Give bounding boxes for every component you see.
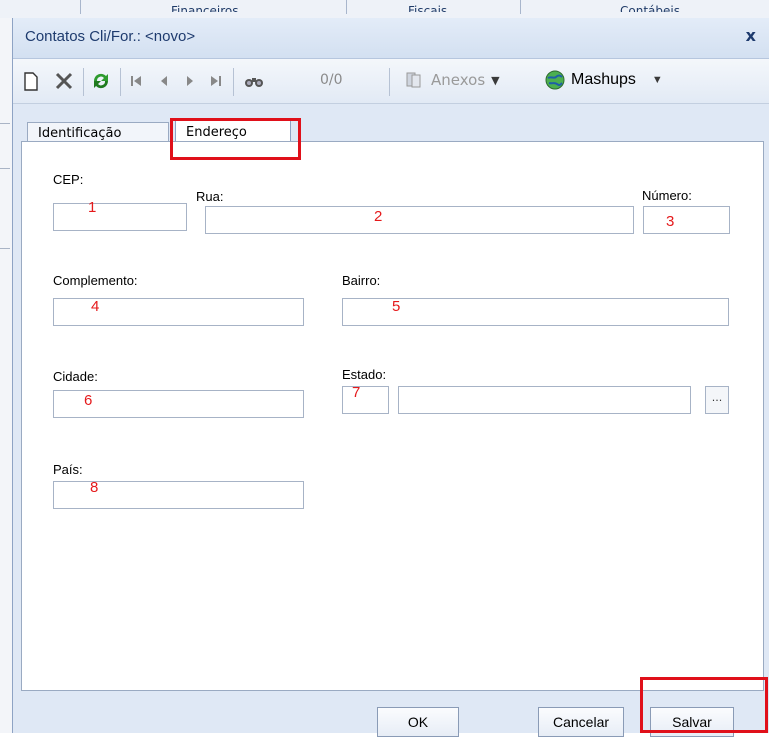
find-button[interactable] <box>241 59 267 103</box>
bairro-label: Bairro: <box>342 273 381 288</box>
background-window-tabstrip: Financeiros Fiscais Contábeis <box>0 0 769 19</box>
previous-record-button[interactable] <box>153 59 175 103</box>
tab-strip: Identificação Endereço <box>13 104 769 146</box>
next-record-button[interactable] <box>179 59 201 103</box>
numero-input[interactable] <box>643 206 730 234</box>
last-record-button[interactable] <box>205 59 227 103</box>
first-record-button[interactable] <box>125 59 147 103</box>
background-separator <box>520 0 521 14</box>
mashups-label: Mashups <box>571 71 636 88</box>
estado-name-input[interactable] <box>398 386 691 414</box>
rua-label: Rua: <box>196 189 224 204</box>
background-tab: Fiscais <box>408 4 448 12</box>
rua-input[interactable] <box>205 206 634 234</box>
background-window-edge <box>0 18 12 733</box>
annotation-marker: 8 <box>90 479 99 496</box>
chevron-down-icon: ▼ <box>651 74 663 86</box>
mashups-dropdown[interactable]: Mashups ▼ <box>545 70 663 90</box>
close-button[interactable]: x <box>746 26 756 45</box>
background-separator <box>346 0 347 14</box>
delete-icon <box>55 72 73 90</box>
refresh-button[interactable] <box>88 59 114 103</box>
toolbar: 0/0 Anexos ▼ Mashups ▼ <box>13 59 769 104</box>
last-record-icon <box>211 76 221 86</box>
annotation-marker: 1 <box>88 199 97 216</box>
annotation-marker: 6 <box>84 392 93 409</box>
address-form-panel: CEP: 1 Rua: 2 Número: 3 Complemento: 4 B… <box>21 141 764 691</box>
complemento-label: Complemento: <box>53 273 138 288</box>
previous-record-icon <box>161 76 167 86</box>
annotation-marker: 5 <box>392 298 401 315</box>
anexos-label: Anexos <box>431 71 486 89</box>
mashups-globe-icon <box>545 70 565 90</box>
chevron-down-icon: ▼ <box>491 73 500 87</box>
estado-uf-input[interactable] <box>342 386 389 414</box>
background-separator <box>80 0 81 14</box>
attachment-icon <box>406 72 421 88</box>
new-document-icon <box>24 71 38 91</box>
find-icon <box>245 78 263 87</box>
contatos-dialog: Contatos Cli/For.: <novo> x 0/0 Anexos ▼… <box>12 18 769 737</box>
background-tab: Contábeis <box>620 4 680 12</box>
annotation-marker: 2 <box>374 208 383 225</box>
annotation-marker: 4 <box>91 298 100 315</box>
estado-lookup-button[interactable]: ... <box>705 386 729 414</box>
refresh-icon <box>93 73 109 89</box>
pais-label: País: <box>53 462 83 477</box>
numero-label: Número: <box>642 188 692 203</box>
delete-button[interactable] <box>51 59 77 103</box>
annotation-marker: 3 <box>666 213 675 230</box>
estado-label: Estado: <box>342 367 387 382</box>
cidade-label: Cidade: <box>53 369 98 384</box>
cep-input[interactable] <box>53 203 187 231</box>
new-button[interactable] <box>19 59 43 103</box>
dialog-titlebar: Contatos Cli/For.: <novo> x <box>13 18 769 59</box>
cep-label: CEP: <box>53 172 84 187</box>
next-record-icon <box>187 76 193 86</box>
record-counter: 0/0 <box>320 72 343 88</box>
background-tab: Financeiros <box>171 4 239 12</box>
first-record-icon <box>131 76 141 86</box>
anexos-dropdown[interactable]: Anexos ▼ <box>405 71 500 89</box>
dialog-title: Contatos Cli/For.: <novo> <box>25 28 196 45</box>
annotation-marker: 7 <box>352 384 361 401</box>
